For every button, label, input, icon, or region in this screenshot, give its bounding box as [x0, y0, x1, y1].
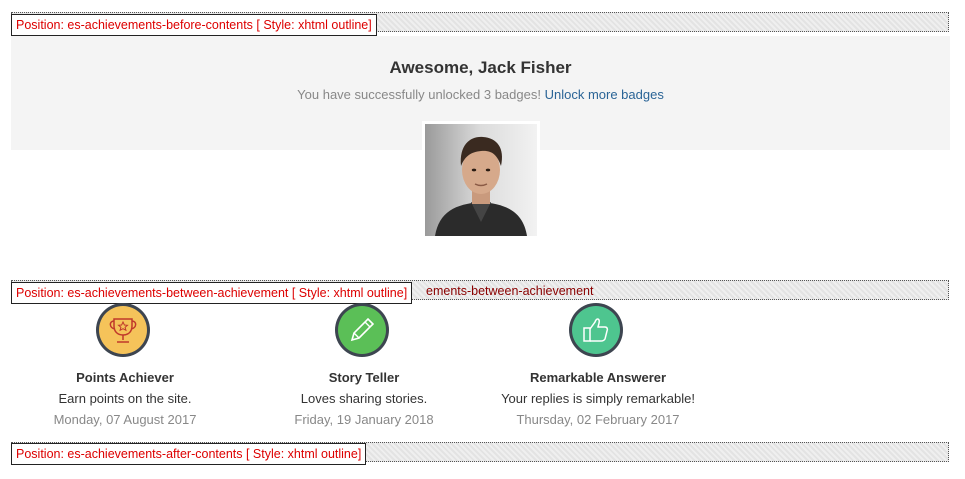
badge-name: Points Achiever [76, 370, 174, 385]
avatar-photo [425, 124, 537, 236]
badge-description: Earn points on the site. [58, 391, 192, 406]
avatar[interactable] [422, 121, 540, 239]
badge-description: Your replies is simply remarkable! [501, 391, 695, 406]
badge-item[interactable]: Remarkable Answerer Your replies is simp… [498, 302, 698, 432]
badge-date: Thursday, 02 February 2017 [516, 412, 680, 427]
position-label-between: Position: es-achievements-between-achiev… [11, 282, 413, 304]
page-title: Awesome, Jack Fisher [389, 58, 572, 77]
thumbs-up-icon [569, 303, 623, 357]
badge-description: Loves sharing stories. [300, 391, 428, 406]
position-label-before: Position: es-achievements-before-content… [11, 14, 377, 36]
position-bar-between-text: ements-between-achievement [426, 284, 594, 298]
badge-item[interactable]: Points Achiever Earn points on the site.… [25, 302, 225, 432]
badge-name: Story Teller [328, 370, 400, 385]
unlock-summary-text: You have successfully unlocked 3 badges! [297, 87, 541, 102]
badge-date: Monday, 07 August 2017 [53, 412, 197, 427]
badge-date: Friday, 19 January 2018 [294, 412, 434, 427]
pencil-icon [335, 303, 389, 357]
position-label-after: Position: es-achievements-after-contents… [11, 443, 367, 465]
unlock-summary: You have successfully unlocked 3 badges!… [11, 87, 950, 102]
badge-item[interactable]: Story Teller Loves sharing stories. Frid… [264, 302, 464, 432]
trophy-icon [96, 303, 150, 357]
unlock-more-badges-link[interactable]: Unlock more badges [545, 87, 664, 102]
badge-name: Remarkable Answerer [529, 370, 667, 385]
